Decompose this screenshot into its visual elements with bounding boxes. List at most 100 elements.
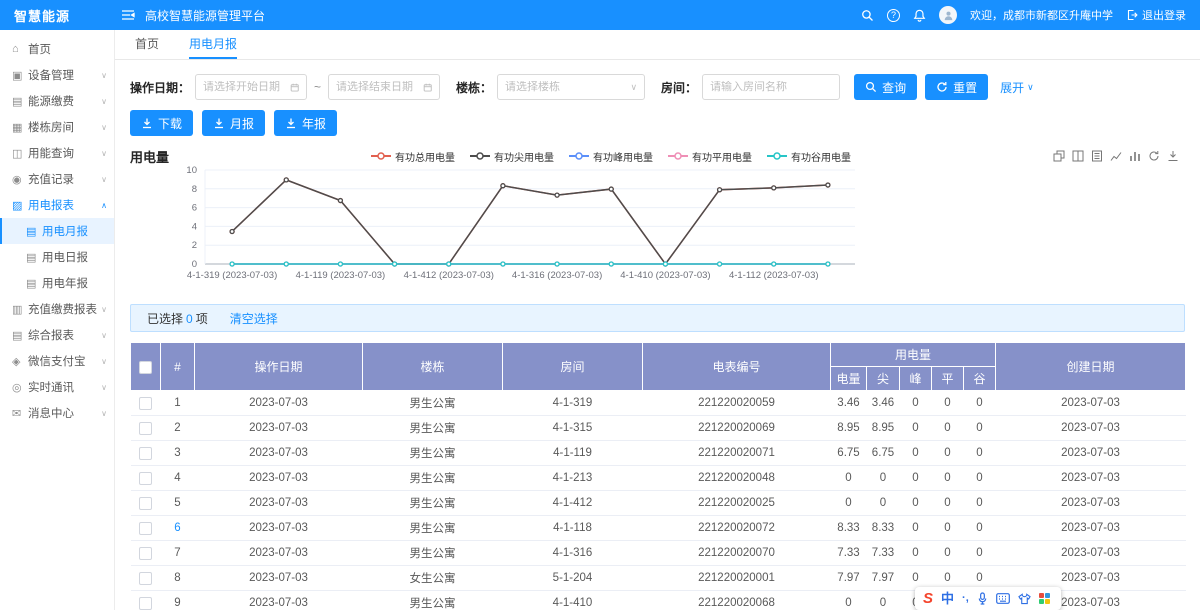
row-checkbox[interactable] [139, 522, 152, 535]
chevron-down-icon: ∨ [101, 409, 107, 418]
sidebar-item-comprehensive-report[interactable]: ▤综合报表∨ [0, 322, 114, 348]
welcome-text: 欢迎，成都市新都区升庵中学 [970, 7, 1113, 23]
legend-marker [470, 151, 490, 161]
bell-icon[interactable] [913, 9, 926, 22]
cell-building: 男生公寓 [363, 441, 503, 466]
cell-building: 男生公寓 [363, 591, 503, 610]
sidebar-item-recharge-pay-report[interactable]: ▥充值缴费报表∨ [0, 296, 114, 322]
sidebar-item-energy-pay[interactable]: ▤能源缴费∨ [0, 88, 114, 114]
row-checkbox[interactable] [139, 547, 152, 560]
expand-link[interactable]: 展开 ∨ [1000, 79, 1034, 96]
ime-toolbar[interactable]: S 中 ·, [915, 587, 1061, 610]
toolbox-tiled-icon[interactable] [1072, 150, 1084, 162]
start-date-input[interactable] [195, 74, 307, 100]
cell-energy: 0 [831, 491, 867, 516]
avatar[interactable] [939, 6, 957, 24]
device-icon: ▣ [12, 69, 28, 82]
cell-peak: 0 [900, 391, 932, 416]
cell-energy: 7.97 [831, 566, 867, 591]
toolbox-stack-icon[interactable] [1053, 150, 1065, 162]
row-checkbox[interactable] [139, 597, 152, 610]
ime-lang-indicator[interactable]: 中 [941, 592, 954, 605]
start-date-field[interactable] [203, 81, 286, 93]
legend-item[interactable]: 有功总用电量 [371, 149, 455, 164]
cell-room: 4-1-412 [503, 491, 643, 516]
sidebar-item-power-report[interactable]: ▨用电报表∧ [0, 192, 114, 218]
help-icon[interactable]: ? [887, 9, 900, 22]
sidebar-item-energy-query[interactable]: ◫用能查询∨ [0, 140, 114, 166]
cell-meter: 221220020001 [643, 566, 831, 591]
monthly-report-button[interactable]: 月报 [202, 110, 265, 136]
chart-plot[interactable]: 02468104-1-319 (2023-07-03)4-1-119 (2023… [130, 166, 1185, 291]
cell-date: 2023-07-03 [195, 591, 363, 610]
menu-fold-icon[interactable] [121, 9, 135, 21]
cell-created: 2023-07-03 [996, 516, 1186, 541]
legend-item[interactable]: 有功平用电量 [668, 149, 752, 164]
cell-index: 4 [161, 466, 195, 491]
room-field[interactable] [710, 81, 832, 93]
row-checkbox[interactable] [139, 422, 152, 435]
yearly-report-button[interactable]: 年报 [274, 110, 337, 136]
table-body: 12023-07-03男生公寓4-1-3192212200200593.463.… [131, 391, 1186, 610]
search-button[interactable]: 查询 [854, 74, 917, 100]
calendar-icon [423, 82, 432, 93]
tab-home[interactable]: 首页 [135, 30, 159, 59]
cell-sharp: 0 [867, 466, 900, 491]
cell-checkbox [131, 541, 161, 566]
sidebar-item-power-monthly-report[interactable]: ▤用电月报 [0, 218, 114, 244]
search-icon[interactable] [861, 9, 874, 22]
cell-sharp: 6.75 [867, 441, 900, 466]
cell-meter: 221220020069 [643, 416, 831, 441]
row-checkbox[interactable] [139, 397, 152, 410]
cell-checkbox [131, 466, 161, 491]
sidebar-item-device-manage[interactable]: ▣设备管理∨ [0, 62, 114, 88]
sidebar-item-message-center[interactable]: ✉消息中心∨ [0, 400, 114, 426]
sogou-logo[interactable]: S [923, 591, 933, 606]
clear-selection-link[interactable]: 清空选择 [230, 310, 278, 327]
select-all-checkbox[interactable] [139, 361, 152, 374]
row-checkbox[interactable] [139, 472, 152, 485]
cell-date: 2023-07-03 [195, 516, 363, 541]
building-select[interactable]: ∨ [497, 74, 645, 100]
reset-button[interactable]: 重置 [925, 74, 988, 100]
download-button[interactable]: 下载 [130, 110, 193, 136]
logout-icon [1126, 9, 1138, 21]
ime-punctuation-icon[interactable]: ·, [962, 593, 969, 604]
room-input[interactable] [702, 74, 840, 100]
legend-item[interactable]: 有功谷用电量 [767, 149, 851, 164]
chart-legend: 有功总用电量有功尖用电量有功峰用电量有功平用电量有功谷用电量 [169, 149, 1053, 164]
sidebar-item-wechat-alipay[interactable]: ◈微信支付宝∨ [0, 348, 114, 374]
sidebar-item-building-room[interactable]: ▦楼栋房间∨ [0, 114, 114, 140]
sidebar-item-realtime-comm[interactable]: ◎实时通讯∨ [0, 374, 114, 400]
sidebar-item-home[interactable]: ⌂首页 [0, 36, 114, 62]
building-select-field[interactable] [505, 81, 626, 93]
toolbox-line-chart-icon[interactable] [1110, 150, 1122, 162]
svg-text:4-1-112 (2023-07-03): 4-1-112 (2023-07-03) [729, 270, 819, 281]
ime-mic-icon[interactable] [977, 592, 988, 605]
toolbox-save-image-icon[interactable] [1167, 150, 1179, 162]
svg-text:4-1-316 (2023-07-03): 4-1-316 (2023-07-03) [512, 270, 602, 281]
sidebar-item-power-yearly-report[interactable]: ▤用电年报 [0, 270, 114, 296]
sidebar-item-recharge-record[interactable]: ◉充值记录∨ [0, 166, 114, 192]
legend-marker [371, 151, 391, 161]
legend-item[interactable]: 有功尖用电量 [470, 149, 554, 164]
power-chart: 用电量 有功总用电量有功尖用电量有功峰用电量有功平用电量有功谷用电量 02468… [130, 146, 1185, 294]
toolbox-bar-chart-icon[interactable] [1129, 150, 1141, 162]
chart-icon: ▥ [12, 303, 28, 316]
logout-button[interactable]: 退出登录 [1126, 7, 1186, 23]
ime-toolbox-icon[interactable] [1039, 593, 1050, 604]
row-checkbox[interactable] [139, 497, 152, 510]
tab-power-monthly-report[interactable]: 用电月报 [189, 30, 237, 59]
cell-building: 男生公寓 [363, 541, 503, 566]
row-checkbox[interactable] [139, 572, 152, 585]
toolbox-restore-icon[interactable] [1148, 150, 1160, 162]
ime-skin-icon[interactable] [1018, 593, 1031, 605]
sidebar-item-power-daily-report[interactable]: ▤用电日报 [0, 244, 114, 270]
ime-keyboard-icon[interactable] [996, 593, 1010, 604]
legend-item[interactable]: 有功峰用电量 [569, 149, 653, 164]
toolbox-dataview-icon[interactable] [1091, 150, 1103, 162]
cell-meter: 221220020025 [643, 491, 831, 516]
end-date-field[interactable] [336, 81, 419, 93]
end-date-input[interactable] [328, 74, 440, 100]
row-checkbox[interactable] [139, 447, 152, 460]
